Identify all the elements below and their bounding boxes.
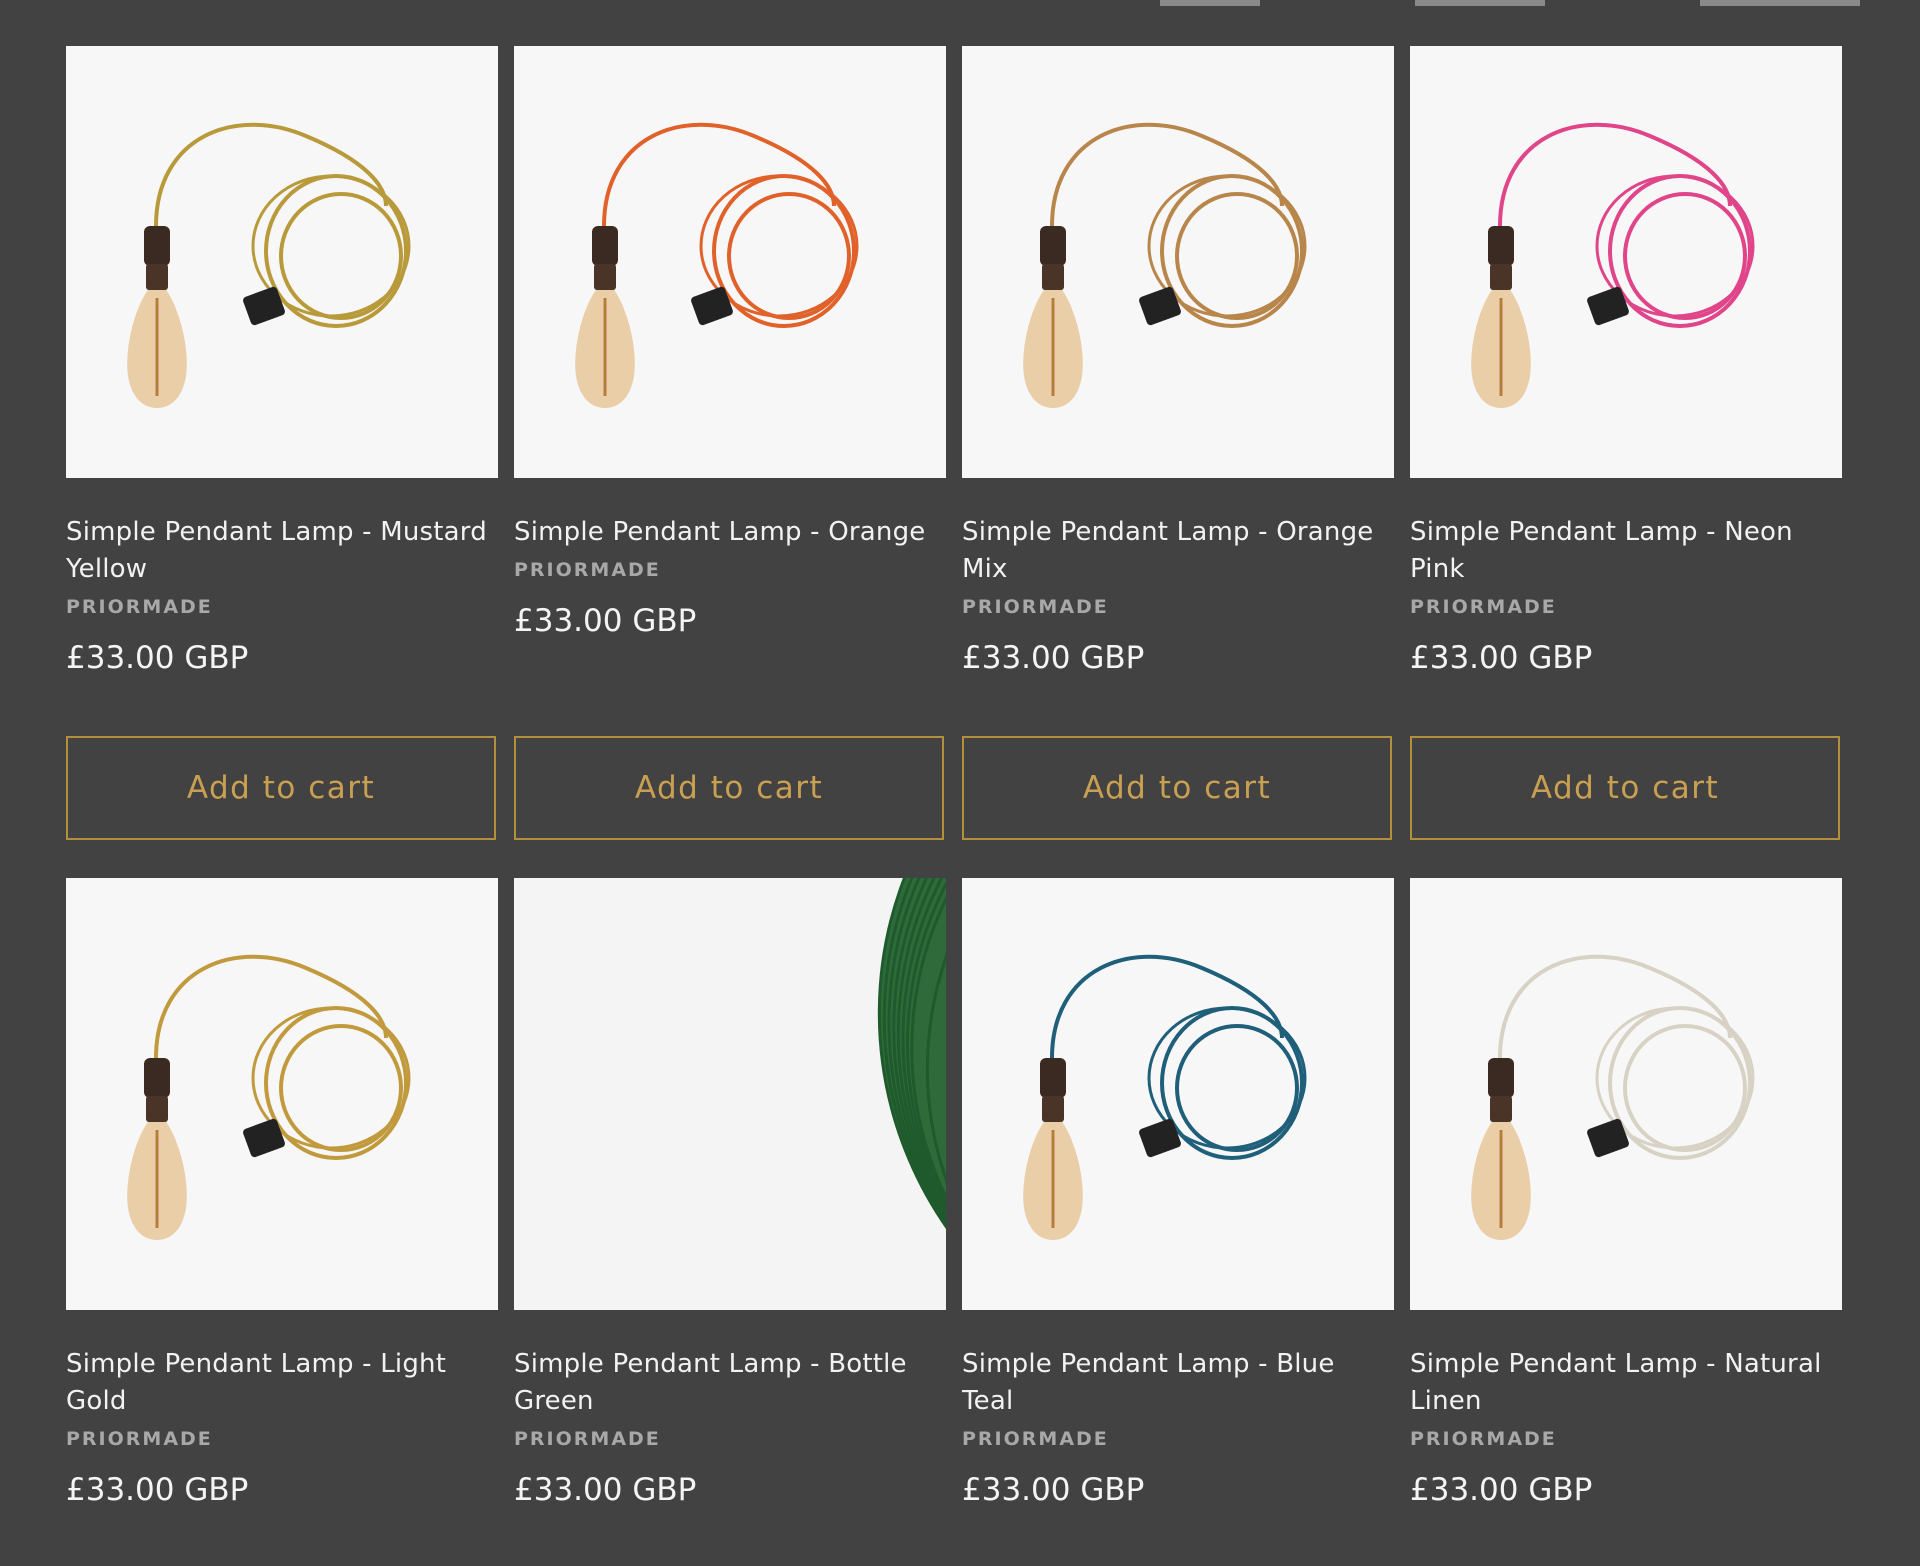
product-image[interactable] xyxy=(962,878,1394,1310)
add-to-cart-button[interactable]: Add to cart xyxy=(1410,736,1840,840)
product-image[interactable] xyxy=(962,46,1394,478)
add-to-cart-button[interactable]: Add to cart xyxy=(66,736,496,840)
product-price: £33.00 GBP xyxy=(66,1472,249,1508)
add-to-cart-button[interactable]: Add to cart xyxy=(962,736,1392,840)
product-image[interactable] xyxy=(66,878,498,1310)
product-grid-row-2: Simple Pendant Lamp - Light Gold PRIORMA… xyxy=(66,878,1842,1508)
product-price: £33.00 GBP xyxy=(1410,1472,1593,1508)
product-card[interactable]: Simple Pendant Lamp - Neon Pink PRIORMAD… xyxy=(1410,46,1842,840)
product-card[interactable]: Simple Pendant Lamp - Natural Linen PRIO… xyxy=(1410,878,1842,1508)
pendant-lamp-image xyxy=(962,878,1394,1310)
product-price: £33.00 GBP xyxy=(1410,640,1593,676)
product-vendor: PRIORMADE xyxy=(514,559,661,581)
product-title[interactable]: Simple Pendant Lamp - Neon Pink xyxy=(1410,514,1842,588)
product-vendor: PRIORMADE xyxy=(66,1428,213,1450)
product-title[interactable]: Simple Pendant Lamp - Light Gold xyxy=(66,1346,498,1420)
product-card[interactable]: Simple Pendant Lamp - Light Gold PRIORMA… xyxy=(66,878,498,1508)
pendant-lamp-image xyxy=(514,46,946,478)
product-price: £33.00 GBP xyxy=(66,640,249,676)
product-card[interactable]: Simple Pendant Lamp - Orange PRIORMADE £… xyxy=(514,46,946,840)
product-image[interactable] xyxy=(514,878,946,1310)
product-vendor: PRIORMADE xyxy=(66,596,213,618)
add-to-cart-button[interactable]: Add to cart xyxy=(514,736,944,840)
top-strip-cutoff xyxy=(1160,0,1860,6)
product-title[interactable]: Simple Pendant Lamp - Orange xyxy=(514,514,946,551)
cart-button-row: Add to cart Add to cart Add to cart Add … xyxy=(66,736,1842,840)
product-vendor: PRIORMADE xyxy=(1410,1428,1557,1450)
product-title[interactable]: Simple Pendant Lamp - Orange Mix xyxy=(962,514,1394,588)
product-title[interactable]: Simple Pendant Lamp - Bottle Green xyxy=(514,1346,946,1420)
product-card[interactable]: Simple Pendant Lamp - Bottle Green PRIOR… xyxy=(514,878,946,1508)
product-price: £33.00 GBP xyxy=(514,1472,697,1508)
pendant-lamp-image xyxy=(66,46,498,478)
product-card[interactable]: Simple Pendant Lamp - Orange Mix PRIORMA… xyxy=(962,46,1394,840)
product-title[interactable]: Simple Pendant Lamp - Mustard Yellow xyxy=(66,514,498,588)
pendant-lamp-image xyxy=(66,878,498,1310)
product-price: £33.00 GBP xyxy=(514,603,697,639)
pendant-lamp-image xyxy=(1410,46,1842,478)
product-price: £33.00 GBP xyxy=(962,1472,1145,1508)
product-grid-row-1: Simple Pendant Lamp - Mustard Yellow PRI… xyxy=(66,46,1842,840)
product-card[interactable]: Simple Pendant Lamp - Mustard Yellow PRI… xyxy=(66,46,498,840)
product-image[interactable] xyxy=(514,46,946,478)
product-title[interactable]: Simple Pendant Lamp - Natural Linen xyxy=(1410,1346,1842,1420)
pendant-lamp-image xyxy=(962,46,1394,478)
product-title[interactable]: Simple Pendant Lamp - Blue Teal xyxy=(962,1346,1394,1420)
product-image[interactable] xyxy=(66,46,498,478)
product-price: £33.00 GBP xyxy=(962,640,1145,676)
product-vendor: PRIORMADE xyxy=(514,1428,661,1450)
product-card[interactable]: Simple Pendant Lamp - Blue Teal PRIORMAD… xyxy=(962,878,1394,1508)
product-vendor: PRIORMADE xyxy=(962,596,1109,618)
cable-coil-image xyxy=(514,878,946,1310)
product-vendor: PRIORMADE xyxy=(1410,596,1557,618)
pendant-lamp-image xyxy=(1410,878,1842,1310)
product-vendor: PRIORMADE xyxy=(962,1428,1109,1450)
product-image[interactable] xyxy=(1410,46,1842,478)
product-image[interactable] xyxy=(1410,878,1842,1310)
